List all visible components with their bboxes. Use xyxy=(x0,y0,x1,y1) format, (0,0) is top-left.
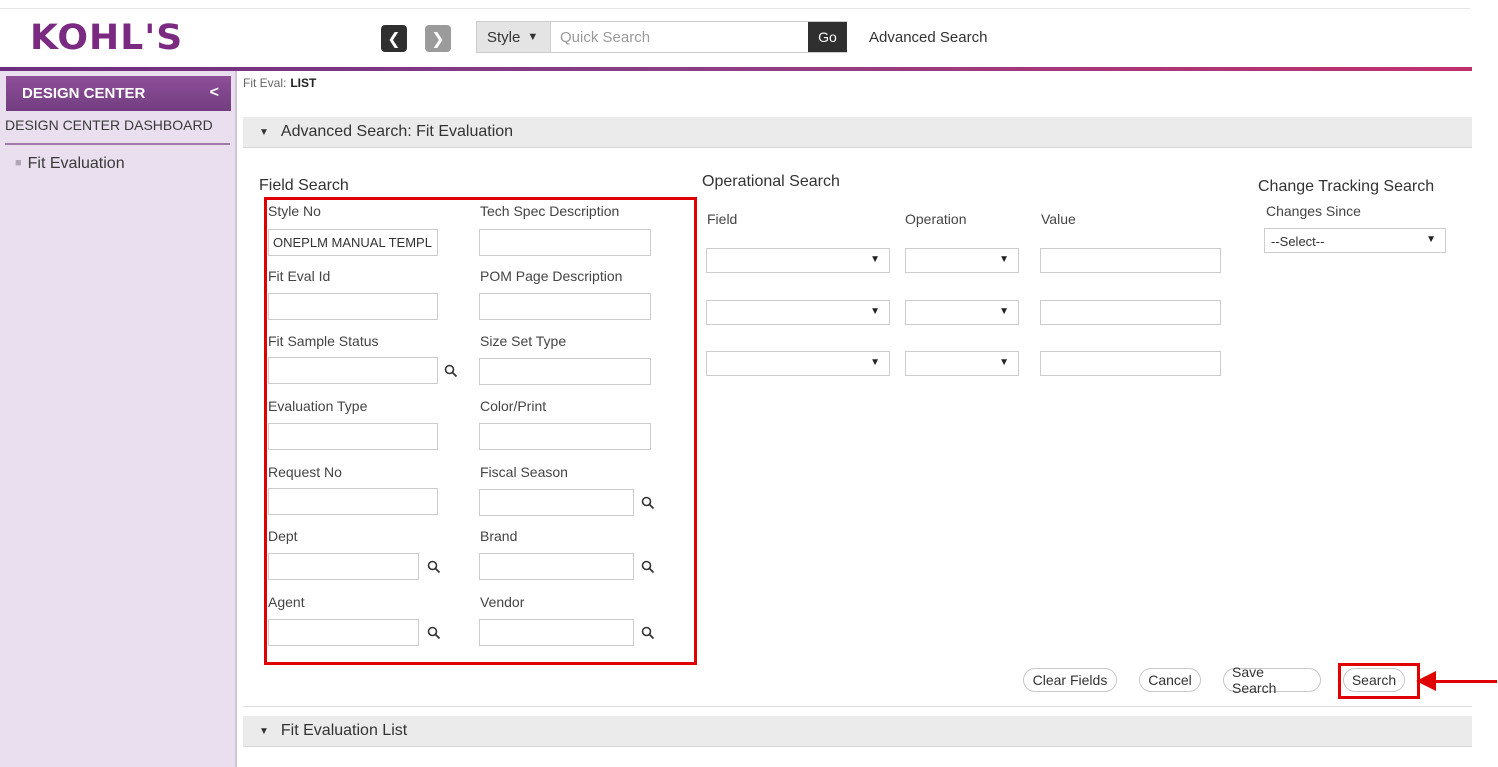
search-button-highlight-box xyxy=(1338,663,1420,699)
operational-value-input-1[interactable] xyxy=(1040,248,1221,273)
go-button[interactable]: Go xyxy=(808,22,847,52)
forward-button[interactable]: ❯ xyxy=(425,25,451,52)
operational-search-title: Operational Search xyxy=(702,173,840,190)
operational-value-input-2[interactable] xyxy=(1040,300,1221,325)
operational-operation-select-3[interactable]: ▼ xyxy=(905,351,1019,376)
breadcrumb: Fit Eval: LIST xyxy=(243,76,316,90)
collapse-triangle-icon: ▼ xyxy=(259,126,269,138)
caret-down-icon: ▼ xyxy=(1426,234,1436,245)
search-type-label: Style xyxy=(487,28,521,46)
changes-since-value: --Select-- xyxy=(1271,234,1325,249)
sidebar-item-dashboard[interactable]: DESIGN CENTER DASHBOARD xyxy=(5,117,230,145)
cancel-button[interactable]: Cancel xyxy=(1139,668,1201,692)
section-title: Fit Evaluation List xyxy=(280,722,408,739)
field-search-highlight-box xyxy=(264,197,697,665)
caret-down-icon: ▼ xyxy=(870,306,880,317)
operational-field-select-2[interactable]: ▼ xyxy=(706,300,890,325)
caret-down-icon: ▼ xyxy=(870,357,880,368)
operational-field-header: Field xyxy=(707,211,738,227)
bullet-icon: ■ xyxy=(15,157,22,169)
caret-down-icon: ▼ xyxy=(999,357,1009,368)
section-divider xyxy=(243,706,1472,707)
changes-since-select[interactable]: --Select-- ▼ xyxy=(1264,228,1446,253)
section-title: Advanced Search: Fit Evaluation xyxy=(280,123,514,140)
operational-operation-select-1[interactable]: ▼ xyxy=(905,248,1019,273)
caret-down-icon: ▼ xyxy=(999,306,1009,317)
back-button[interactable]: ❮ xyxy=(381,25,407,52)
operational-value-header: Value xyxy=(1041,211,1076,227)
collapse-triangle-icon: ▼ xyxy=(259,725,269,737)
header-top-divider xyxy=(0,8,1470,9)
sidebar: DESIGN CENTER < DESIGN CENTER DASHBOARD … xyxy=(0,71,237,767)
save-search-button[interactable]: Save Search xyxy=(1223,664,1321,696)
caret-down-icon: ▼ xyxy=(999,254,1009,265)
operational-operation-header: Operation xyxy=(905,211,967,227)
collapse-chevron-icon[interactable]: < xyxy=(210,84,219,102)
field-search-title: Field Search xyxy=(259,177,349,194)
fit-evaluation-list-section-header[interactable]: ▼ Fit Evaluation List xyxy=(243,716,1472,747)
app-header: KOHL'S ❮ ❯ Style ▼ Go Advanced Search xyxy=(0,0,1498,70)
caret-down-icon: ▼ xyxy=(870,254,880,265)
sidebar-title: DESIGN CENTER xyxy=(22,85,146,102)
operational-field-select-3[interactable]: ▼ xyxy=(706,351,890,376)
advanced-search-link[interactable]: Advanced Search xyxy=(869,29,987,46)
breadcrumb-current: LIST xyxy=(290,76,317,90)
kohls-logo[interactable]: KOHL'S xyxy=(30,18,183,58)
sidebar-item-fit-evaluation[interactable]: ■ Fit Evaluation xyxy=(15,155,125,173)
annotation-arrow-shaft xyxy=(1434,680,1497,683)
advanced-search-section-header[interactable]: ▼ Advanced Search: Fit Evaluation xyxy=(243,117,1472,148)
operational-field-select-1[interactable]: ▼ xyxy=(706,248,890,273)
annotation-arrow-icon xyxy=(1416,671,1436,691)
sidebar-item-label: Fit Evaluation xyxy=(27,155,125,172)
sidebar-header[interactable]: DESIGN CENTER < xyxy=(6,76,231,111)
quick-search-input[interactable] xyxy=(552,22,807,52)
changes-since-label: Changes Since xyxy=(1266,203,1361,219)
caret-down-icon: ▼ xyxy=(527,31,539,43)
operational-value-input-3[interactable] xyxy=(1040,351,1221,376)
search-type-dropdown[interactable]: Style ▼ xyxy=(477,22,551,52)
quick-search-bar: Style ▼ Go xyxy=(476,21,847,53)
change-tracking-title: Change Tracking Search xyxy=(1258,178,1435,195)
clear-fields-button[interactable]: Clear Fields xyxy=(1023,668,1117,692)
operational-operation-select-2[interactable]: ▼ xyxy=(905,300,1019,325)
breadcrumb-prefix: Fit Eval: xyxy=(243,76,287,90)
